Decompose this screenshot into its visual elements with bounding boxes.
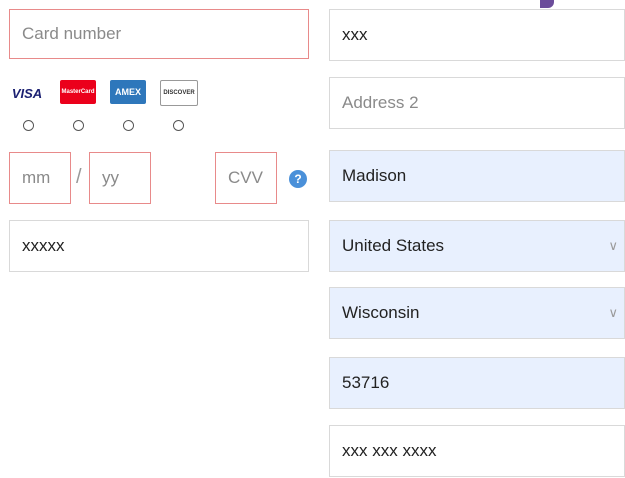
expiry-separator: / (76, 166, 82, 188)
state-value: Wisconsin (342, 303, 420, 322)
address2-placeholder: Address 2 (342, 93, 419, 112)
cvv-input[interactable]: CVV (215, 152, 277, 204)
billing-zip-value: xxxxx (22, 236, 65, 255)
arrow-decoration (540, 0, 554, 8)
address2-input[interactable]: Address 2 (329, 77, 625, 129)
help-icon[interactable]: ? (289, 170, 307, 188)
zip-input[interactable]: 53716 (329, 357, 625, 409)
expiry-year-placeholder: yy (102, 168, 119, 187)
phone-value: xxx xxx xxxx (342, 441, 437, 460)
mastercard-icon: MasterCard (60, 80, 96, 104)
discover-radio[interactable] (173, 120, 184, 131)
visa-radio[interactable] (23, 120, 34, 131)
card-number-placeholder: Card number (22, 24, 122, 43)
expiry-month-placeholder: mm (22, 168, 51, 187)
card-number-input[interactable]: Card number (9, 9, 309, 59)
phone-input[interactable]: xxx xxx xxxx (329, 425, 625, 477)
mastercard-radio[interactable] (73, 120, 84, 131)
city-value: Madison (342, 166, 407, 185)
address1-input[interactable]: xxx (329, 9, 625, 61)
country-select[interactable]: United States ∨ (329, 220, 625, 272)
amex-icon: AMEX (110, 80, 146, 104)
cvv-placeholder: CVV (228, 168, 263, 187)
zip-value: 53716 (342, 373, 390, 392)
city-input[interactable]: Madison (329, 150, 625, 202)
billing-zip-input[interactable]: xxxxx (9, 220, 309, 272)
discover-icon: DISCOVER (160, 80, 198, 106)
chevron-down-icon: ∨ (608, 238, 618, 253)
visa-icon: VISA (11, 85, 43, 101)
address1-value: xxx (342, 25, 368, 44)
chevron-down-icon: ∨ (608, 305, 618, 320)
amex-radio[interactable] (123, 120, 134, 131)
country-value: United States (342, 236, 445, 255)
expiry-month-input[interactable]: mm (9, 152, 71, 204)
state-select[interactable]: Wisconsin ∨ (329, 287, 625, 339)
expiry-year-input[interactable]: yy (89, 152, 151, 204)
